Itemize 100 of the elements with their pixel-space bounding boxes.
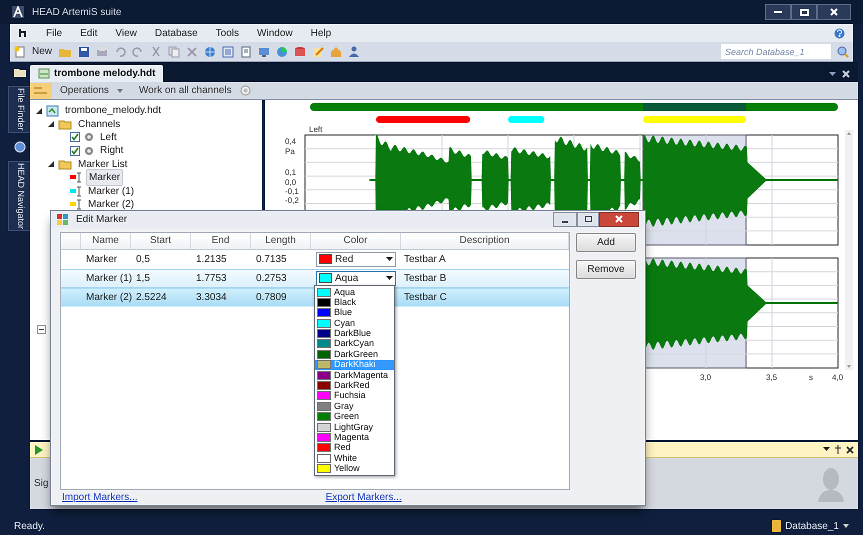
edit-icon[interactable] [312, 46, 324, 58]
new-button[interactable]: New [32, 44, 52, 59]
table-row[interactable]: Marker 0,5 1.2135 0.7135 Red Testbar A [61, 250, 569, 269]
color-option[interactable]: Cyan [315, 318, 394, 328]
color-option[interactable]: Fuchsia [315, 390, 394, 402]
chart-icon[interactable] [276, 46, 288, 58]
search-field[interactable]: Search Database_1 [721, 44, 831, 59]
color-option[interactable]: DarkRed [315, 380, 394, 391]
dropdown-arrow-icon[interactable] [823, 447, 830, 452]
new-file-icon[interactable] [14, 46, 26, 58]
gear-icon[interactable] [240, 85, 251, 96]
color-option[interactable]: DarkBlue [315, 328, 394, 339]
checkbox[interactable] [70, 146, 80, 156]
tree-item[interactable]: Marker [86, 169, 124, 186]
close-button[interactable] [817, 4, 851, 20]
person-silhouette-icon [816, 466, 846, 502]
document-icon[interactable] [240, 46, 252, 58]
menu-item[interactable]: Database [154, 26, 198, 40]
expanded-arrow-icon[interactable] [48, 161, 54, 168]
database-icon[interactable] [294, 46, 306, 58]
maximize-button[interactable] [791, 4, 817, 20]
menu-item[interactable]: Edit [80, 26, 98, 40]
color-option[interactable]: Red [315, 442, 394, 454]
column-header[interactable]: Length [251, 232, 311, 249]
color-option[interactable]: DarkGreen [315, 349, 394, 360]
color-option[interactable]: Green [315, 412, 394, 422]
marker-bar[interactable] [376, 116, 470, 123]
document-tab[interactable]: trombone melody.hdt [30, 65, 164, 82]
color-option[interactable]: Yellow [315, 463, 394, 474]
color-option[interactable]: Blue [315, 308, 394, 318]
color-option[interactable]: Magenta [315, 432, 394, 443]
list-icon[interactable] [222, 46, 234, 58]
minimize-button[interactable] [553, 212, 577, 227]
operations-icon[interactable] [30, 82, 52, 98]
monitor-icon[interactable] [258, 46, 270, 58]
tree-item[interactable]: Marker (2) [86, 196, 136, 212]
color-option[interactable]: LightGray [315, 422, 394, 432]
dropdown-arrow-icon[interactable] [843, 524, 849, 528]
marker-bar[interactable] [642, 116, 746, 123]
tree-item[interactable]: Channels [76, 116, 122, 132]
copy-icon[interactable] [168, 46, 180, 58]
column-header[interactable]: Description [401, 232, 569, 249]
save-icon[interactable] [78, 46, 90, 58]
menu-item[interactable]: File [46, 26, 62, 40]
tree-item[interactable]: trombone_melody.hdt [63, 103, 163, 118]
close-icon[interactable] [846, 446, 854, 454]
side-tab[interactable]: HEAD Navigator [8, 160, 32, 231]
search-icon[interactable] [837, 46, 849, 58]
column-header[interactable]: Name [81, 232, 131, 249]
color-option[interactable]: DarkCyan [315, 338, 394, 350]
maximize-button[interactable] [577, 212, 599, 227]
color-option[interactable]: DarkMagenta [315, 370, 394, 380]
operations-menu[interactable]: Operations [60, 83, 109, 98]
close-button[interactable] [599, 212, 639, 227]
dropdown-arrow-icon[interactable] [829, 72, 836, 77]
link[interactable]: Export Markers... [326, 490, 402, 505]
column-header[interactable]: Start [131, 232, 191, 249]
menu-item[interactable]: Help [310, 26, 332, 40]
checkbox[interactable] [70, 132, 80, 142]
tree-item[interactable]: Marker List [76, 156, 130, 172]
database-selector[interactable]: Database_1 [785, 518, 839, 534]
column-header[interactable]: Color [311, 232, 401, 249]
table-row[interactable]: Marker (1) 1,5 1.7753 0.2753 Aqua Testbar B [61, 268, 569, 288]
app-logo-icon [12, 6, 24, 18]
marker-bar[interactable] [310, 103, 838, 111]
globe-icon[interactable] [204, 46, 216, 58]
pin-icon[interactable] [834, 445, 842, 454]
side-tab[interactable]: File Finder [8, 86, 32, 133]
scrollbar[interactable] [845, 130, 853, 370]
person-icon[interactable] [348, 46, 360, 58]
minimize-button[interactable] [765, 4, 791, 20]
color-option[interactable]: Black [315, 297, 394, 308]
tree-item[interactable]: Left [98, 130, 119, 145]
marker-bar[interactable] [508, 116, 544, 123]
work-on-all-channels-toggle[interactable]: Work on all channels [138, 83, 232, 98]
color-option[interactable]: White [315, 453, 394, 464]
tree-item[interactable]: Right [98, 143, 126, 158]
dialog-button[interactable]: Add [576, 232, 636, 252]
menu-item[interactable]: Window [257, 26, 293, 40]
expanded-arrow-icon[interactable] [36, 108, 42, 114]
play-icon[interactable] [34, 444, 43, 454]
dialog-button[interactable]: Remove [576, 260, 636, 279]
menu-item[interactable]: View [115, 26, 137, 40]
link[interactable]: Import Markers... [62, 490, 138, 505]
color-option[interactable]: Gray [315, 401, 394, 412]
menu-item[interactable]: Tools [216, 26, 240, 40]
tree-item[interactable]: Marker (1) [86, 184, 136, 199]
panel-label: Sig [34, 477, 48, 491]
color-option[interactable]: Aqua [315, 286, 394, 298]
folder-icon [58, 158, 72, 170]
collapse-icon[interactable] [37, 325, 46, 334]
expanded-arrow-icon[interactable] [48, 121, 54, 128]
table-cell-text: 0.7809 [255, 290, 288, 305]
help-icon[interactable] [834, 28, 845, 38]
axis-label: 3,5 [766, 374, 778, 382]
color-dropdown[interactable]: Aqua [316, 270, 396, 286]
axis-label: -0,1 [285, 188, 299, 196]
color-dropdown[interactable]: Red [316, 252, 396, 267]
app-menu-icon[interactable] [18, 28, 28, 38]
column-header[interactable]: End [191, 232, 251, 249]
